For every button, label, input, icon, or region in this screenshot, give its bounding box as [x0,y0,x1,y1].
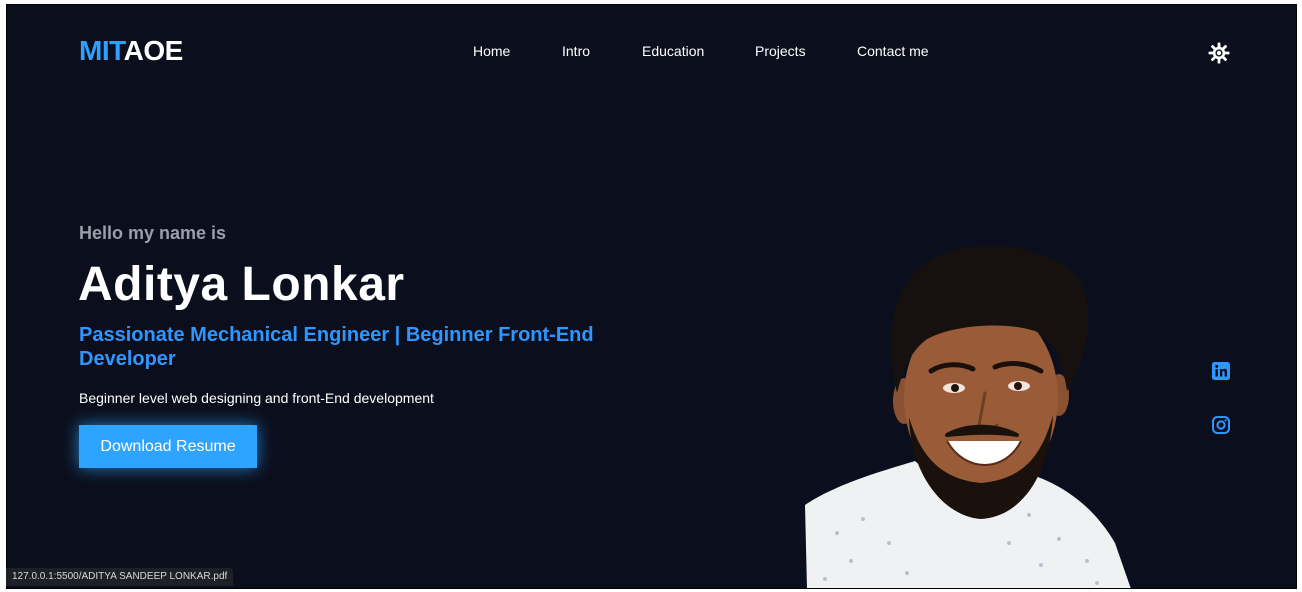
theme-toggle-button[interactable] [1207,41,1231,65]
browser-status-url: 127.0.0.1:5500/ADITYA SANDEEP LONKAR.pdf [6,568,234,586]
nav-item-home[interactable]: Home [473,43,510,59]
instagram-icon [1212,416,1230,434]
linkedin-icon [1212,362,1230,380]
nav-item-intro[interactable]: Intro [562,43,590,59]
hero-greeting: Hello my name is [79,223,227,243]
nav-item-education[interactable]: Education [642,43,704,59]
download-resume-button[interactable]: Download Resume [79,425,257,468]
linkedin-link[interactable] [1211,361,1231,381]
hero-description: Beginner level web designing and front-E… [79,390,434,406]
nav-item-contact[interactable]: Contact me [857,43,929,59]
main-nav: Home Intro Education Projects Contact me [7,43,1296,63]
profile-photo [805,245,1131,588]
portfolio-page: MITAOE Home Intro Education Projects Con… [6,4,1297,589]
sun-icon [1208,42,1230,64]
hero-tagline: Passionate Mechanical Engineer | Beginne… [79,324,594,370]
nav-item-projects[interactable]: Projects [755,43,806,59]
instagram-link[interactable] [1211,415,1231,435]
hero-name: Aditya Lonkar [78,258,405,311]
